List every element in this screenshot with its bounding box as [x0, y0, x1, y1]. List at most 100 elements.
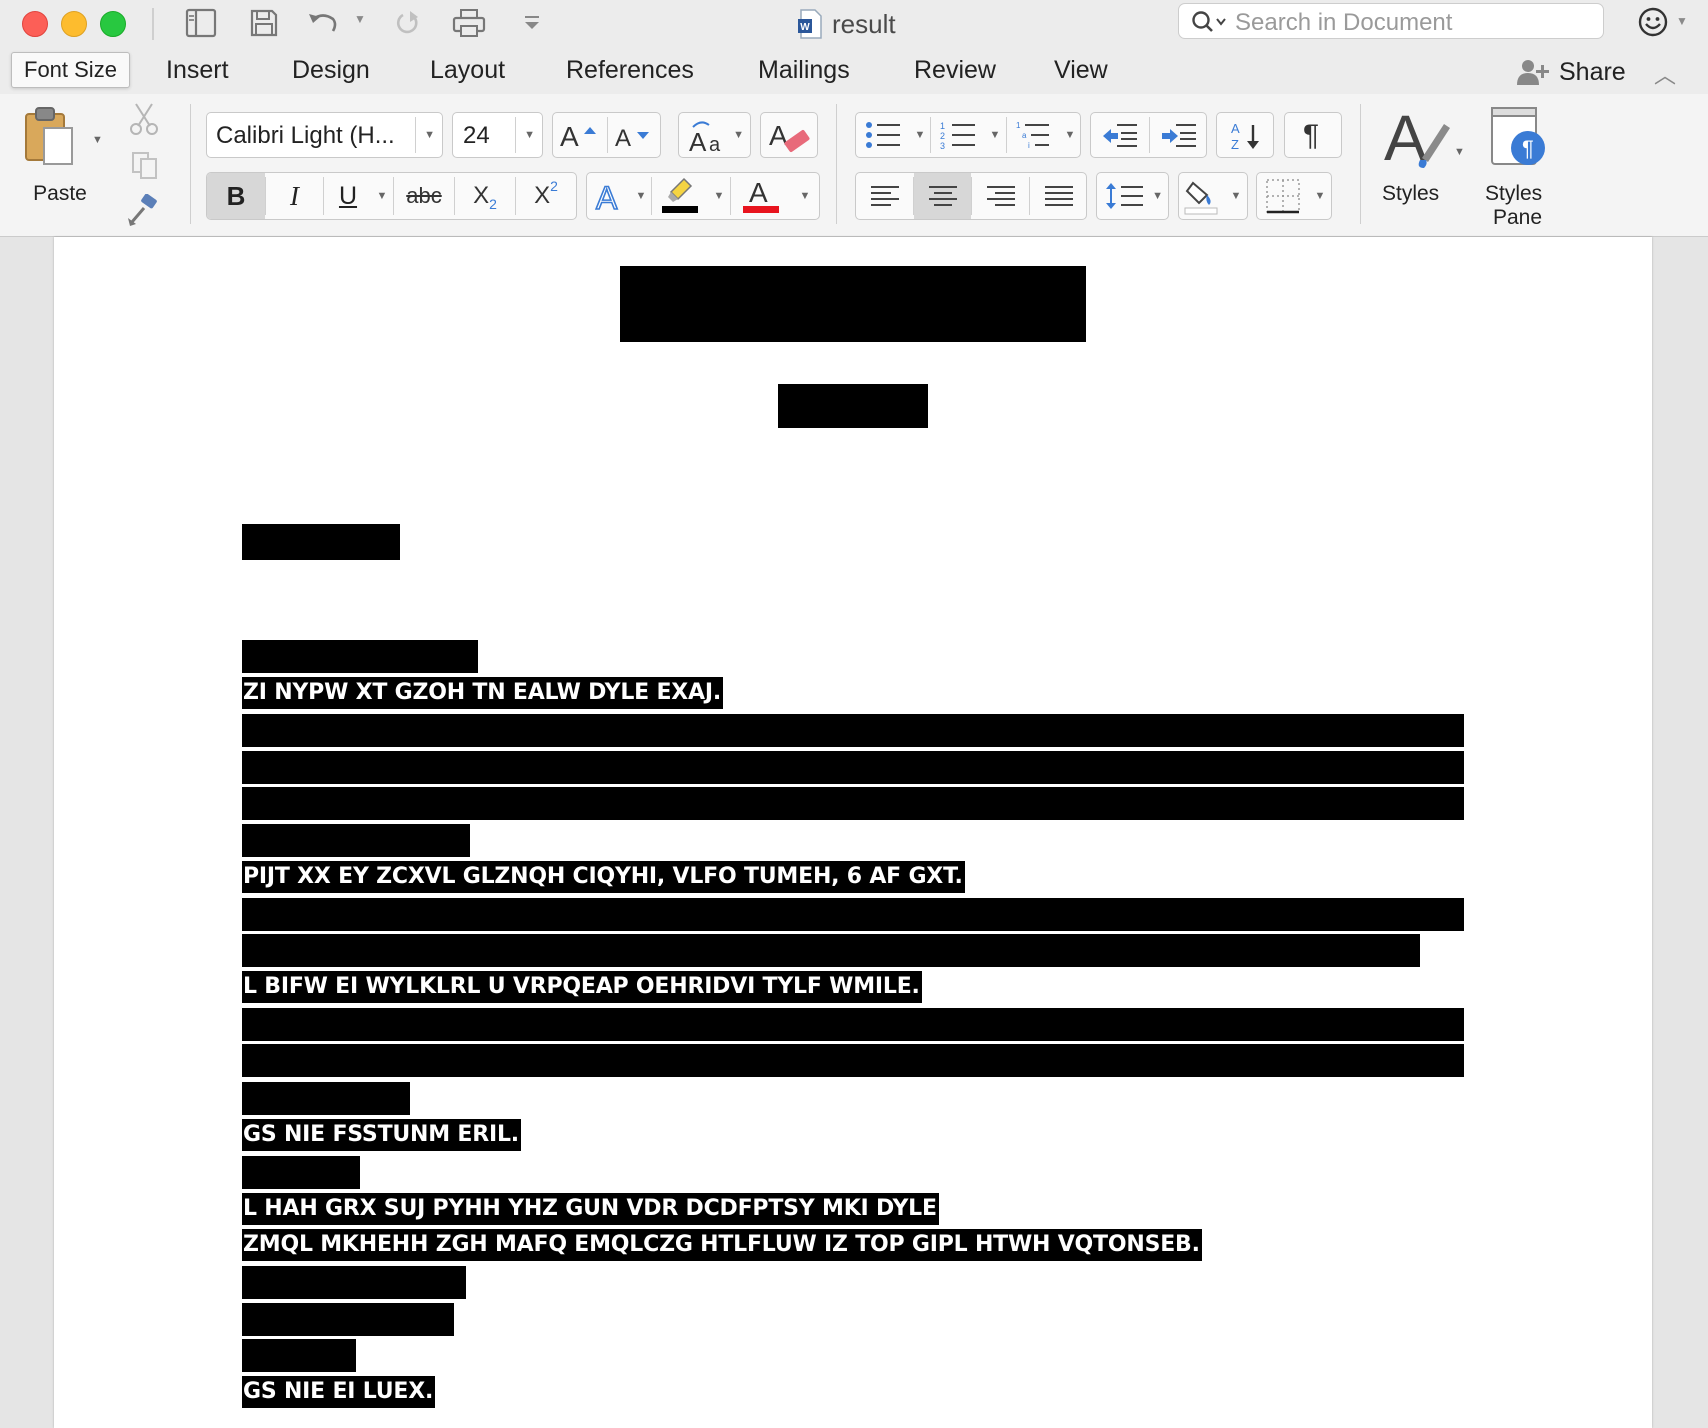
align-left-button[interactable]: [856, 173, 913, 219]
tab-references[interactable]: References: [566, 56, 694, 85]
shading-button[interactable]: [1179, 173, 1225, 219]
font-color-button[interactable]: A: [731, 173, 791, 219]
visible-text-line: PIJT XX EY ZCXVL GLZNQH CIQYHI, VLFO TUM…: [242, 861, 965, 893]
align-right-icon: [986, 186, 1015, 206]
bullets-dropdown-icon[interactable]: ▼: [910, 113, 930, 157]
show-formatting-button[interactable]: ¶: [1284, 112, 1342, 158]
change-case-button[interactable]: Aa ▼: [678, 112, 751, 158]
print-icon[interactable]: [451, 6, 487, 40]
tab-insert[interactable]: Insert: [166, 56, 229, 85]
home-ribbon: ▼ Paste Calibri Light (H... ▼ 24 ▼ A A A…: [0, 94, 1708, 237]
font-name-dropdown-icon: ▼: [424, 129, 435, 141]
tab-layout[interactable]: Layout: [430, 56, 505, 85]
align-center-icon: [928, 186, 957, 206]
italic-button[interactable]: I: [266, 173, 323, 219]
font-size-dropdown[interactable]: 24 ▼: [452, 112, 543, 158]
numbered-list-icon: 123: [940, 121, 975, 150]
close-window-button[interactable]: [22, 11, 48, 37]
bullets-button[interactable]: [856, 113, 910, 157]
collapse-ribbon-icon[interactable]: ︿: [1654, 58, 1676, 90]
decrease-font-size-button[interactable]: A: [608, 113, 662, 157]
multilevel-dropdown-icon[interactable]: ▼: [1059, 113, 1081, 157]
zoom-window-button[interactable]: [100, 11, 126, 37]
feedback-smiley-icon[interactable]: [1637, 6, 1669, 38]
increase-font-size-button[interactable]: A: [553, 113, 607, 157]
svg-text:A: A: [596, 180, 618, 213]
superscript-base: X: [534, 182, 551, 209]
cut-icon: [130, 103, 158, 135]
grow-shrink-group: A A: [552, 112, 661, 158]
svg-text:1: 1: [940, 121, 945, 131]
font-color-dropdown-icon[interactable]: ▼: [791, 173, 819, 219]
highlighter-icon: [662, 177, 698, 213]
justify-button[interactable]: [1030, 173, 1087, 219]
paste-dropdown-icon[interactable]: ▼: [92, 134, 103, 146]
superscript-button[interactable]: X2: [516, 173, 576, 219]
svg-text:¶: ¶: [1522, 136, 1534, 161]
numbering-button[interactable]: 123: [931, 113, 985, 157]
share-label: Share: [1559, 57, 1626, 86]
shading-dropdown-icon[interactable]: ▼: [1225, 173, 1247, 219]
share-button[interactable]: Share: [1517, 50, 1626, 94]
pilcrow-icon: ¶: [1303, 119, 1320, 152]
line-spacing-button[interactable]: ▼: [1096, 172, 1169, 220]
underline-button[interactable]: U: [324, 173, 372, 219]
highlight-button[interactable]: [652, 173, 708, 219]
align-right-button[interactable]: [972, 173, 1029, 219]
sort-icon: AZ: [1231, 121, 1259, 152]
clear-formatting-button[interactable]: A: [760, 112, 818, 158]
align-left-icon: [870, 186, 899, 206]
subscript-base: X: [473, 182, 490, 209]
borders-button[interactable]: [1257, 173, 1309, 219]
text-effects-icon: A: [595, 179, 619, 213]
document-canvas[interactable]: ZI NYPW XT GZOH TN EALW DYLE EXAJ. PIJT …: [0, 237, 1708, 1428]
document-page[interactable]: ZI NYPW XT GZOH TN EALW DYLE EXAJ. PIJT …: [54, 237, 1652, 1428]
paste-button[interactable]: [22, 104, 94, 168]
text-effects-button[interactable]: A: [587, 173, 631, 219]
svg-text:W: W: [800, 22, 810, 33]
visible-text-line: GS NIE EI LUEX.: [242, 1376, 436, 1408]
sidebar-icon[interactable]: [184, 6, 218, 40]
minimize-window-button[interactable]: [61, 11, 87, 37]
search-input[interactable]: Search in Document: [1178, 3, 1604, 39]
align-center-button[interactable]: [914, 173, 971, 219]
styles-pane-icon: ¶: [1491, 107, 1545, 165]
text-effects-dropdown-icon[interactable]: ▼: [631, 173, 651, 219]
save-icon[interactable]: [247, 6, 281, 40]
styles-pane-button[interactable]: ¶ Styles Pane: [1480, 106, 1556, 230]
underline-dropdown-icon[interactable]: ▼: [372, 173, 392, 219]
undo-dropdown-icon[interactable]: ▼: [354, 12, 366, 26]
tab-mailings[interactable]: Mailings: [758, 56, 850, 85]
strikethrough-button[interactable]: abc: [394, 173, 454, 219]
feedback-dropdown-icon[interactable]: ▼: [1676, 14, 1688, 28]
font-color-icon: A: [743, 177, 779, 213]
format-painter-icon[interactable]: [126, 194, 162, 226]
redacted-line: [242, 934, 1420, 967]
bold-button[interactable]: B: [207, 173, 265, 219]
subscript-button[interactable]: X2: [455, 173, 515, 219]
sort-button[interactable]: AZ: [1216, 112, 1274, 158]
styles-gallery-button[interactable]: A ▼ Styles: [1382, 106, 1472, 226]
tab-view[interactable]: View: [1054, 56, 1108, 85]
change-case-dropdown-icon: ▼: [733, 129, 744, 141]
undo-icon[interactable]: [306, 6, 340, 40]
list-group: ▼ 123 ▼ 1ai ▼: [855, 112, 1081, 158]
font-size-value: 24: [463, 122, 490, 149]
decrease-indent-button[interactable]: [1091, 113, 1149, 157]
text-style-group: B I U ▼ abc X2 X2: [206, 172, 577, 220]
font-size-dropdown-icon: ▼: [524, 129, 535, 141]
svg-text:A: A: [1231, 121, 1240, 136]
tab-review[interactable]: Review: [914, 56, 996, 85]
numbering-dropdown-icon[interactable]: ▼: [985, 113, 1005, 157]
borders-dropdown-icon[interactable]: ▼: [1309, 173, 1331, 219]
tab-design[interactable]: Design: [292, 56, 370, 85]
redacted-line: [242, 898, 1464, 931]
ribbon-divider: [1360, 104, 1361, 224]
font-name-dropdown[interactable]: Calibri Light (H... ▼: [206, 112, 443, 158]
customize-toolbar-icon[interactable]: [522, 6, 542, 40]
styles-pane-label-line2: Pane: [1493, 206, 1543, 229]
toolbar-divider: [152, 8, 154, 40]
multilevel-list-button[interactable]: 1ai: [1007, 113, 1059, 157]
highlight-dropdown-icon[interactable]: ▼: [708, 173, 730, 219]
increase-indent-button[interactable]: [1150, 113, 1208, 157]
